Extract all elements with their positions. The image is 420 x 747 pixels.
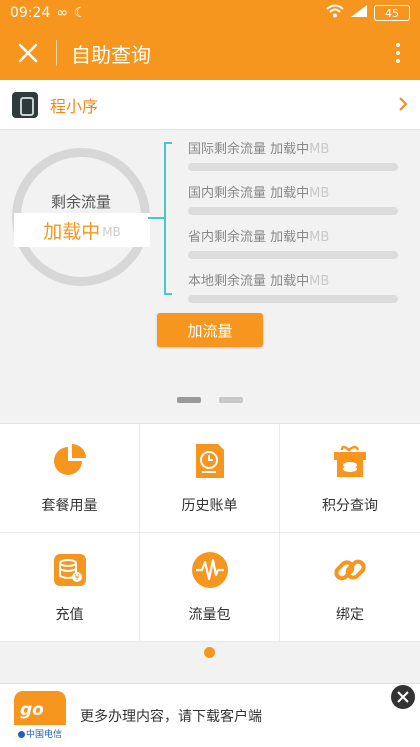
traffic-row-local: 本地剩余流量 加载中MB — [188, 270, 398, 303]
traffic-progress-bar — [188, 251, 398, 259]
service-grid: 套餐用量 历史账单 积分查询 ¥ 充值 流量包 绑定 — [0, 423, 420, 642]
menu-item-label: 绑定 — [336, 607, 364, 623]
traffic-row-value: 加载中 — [270, 274, 310, 289]
ring-unit: MB — [102, 225, 121, 239]
wifi-icon — [326, 4, 344, 22]
waveform-icon — [190, 550, 230, 590]
pager-dot-2[interactable] — [219, 397, 243, 403]
menu-item-label: 积分查询 — [322, 498, 378, 514]
app-logo: go 中国电信 — [14, 690, 66, 741]
menu-item-points[interactable]: 积分查询 — [280, 424, 420, 533]
traffic-row-unit: MB — [309, 274, 330, 289]
close-icon — [18, 43, 38, 63]
moon-icon: ☾ — [74, 5, 87, 21]
traffic-panel: 剩余流量 加载中 MB 国际剩余流量 加载中MB 国内剩余流量 加载中MB 省内… — [0, 131, 420, 423]
download-banner[interactable]: go 中国电信 更多办理内容，请下载客户端 — [0, 683, 420, 747]
close-button[interactable] — [0, 26, 56, 80]
mini-program-icon — [12, 91, 38, 118]
traffic-row-name: 省内剩余流量 — [188, 230, 267, 245]
app-logo-text: go — [20, 699, 44, 720]
traffic-pager — [0, 397, 420, 403]
menu-item-recharge[interactable]: ¥ 充值 — [0, 533, 140, 642]
signal-icon — [350, 4, 368, 22]
app-logo-dot — [18, 730, 25, 738]
close-icon — [397, 691, 409, 703]
status-bar: 09:24 ∞ ☾ 45 — [0, 0, 420, 26]
chevron-right-icon — [398, 93, 408, 117]
more-button[interactable] — [376, 26, 420, 80]
app-header: 自助查询 — [0, 26, 420, 80]
menu-item-history-bill[interactable]: 历史账单 — [140, 424, 280, 533]
pie-chart-icon — [50, 441, 90, 481]
grid-pager-dot[interactable] — [204, 647, 215, 658]
coin-stack-icon: ¥ — [50, 550, 90, 590]
menu-item-label: 充值 — [55, 607, 84, 623]
menu-item-package-usage[interactable]: 套餐用量 — [0, 424, 140, 533]
menu-item-bind[interactable]: 绑定 — [280, 533, 420, 642]
bracket — [164, 142, 172, 295]
ring-label: 剩余流量 — [50, 193, 111, 211]
traffic-row-name: 国际剩余流量 — [188, 142, 267, 157]
traffic-row-international: 国际剩余流量 加载中MB — [188, 138, 398, 171]
ring-value-box: 加载中 MB — [14, 213, 150, 247]
traffic-progress-bar — [188, 207, 398, 215]
traffic-row-unit: MB — [309, 230, 330, 245]
banner-text: 更多办理内容，请下载客户端 — [80, 708, 262, 725]
menu-item-label: 历史账单 — [181, 498, 238, 514]
page-title: 自助查询 — [71, 42, 151, 67]
traffic-row-unit: MB — [309, 142, 330, 157]
more-vertical-icon — [396, 43, 400, 63]
gift-icon — [330, 441, 370, 481]
traffic-row-province: 省内剩余流量 加载中MB — [188, 226, 398, 259]
infinity-icon: ∞ — [56, 5, 69, 21]
status-time: 09:24 — [10, 5, 51, 21]
app-logo-brand: 中国电信 — [26, 729, 63, 740]
battery-icon: 45 — [374, 5, 410, 21]
mini-program-label: 程小序 — [50, 96, 99, 116]
add-traffic-button[interactable]: 加流量 — [157, 313, 263, 347]
traffic-progress-bar — [188, 295, 398, 303]
banner-close-button[interactable] — [391, 685, 415, 709]
menu-item-data-pack[interactable]: 流量包 — [140, 533, 280, 642]
link-icon — [330, 550, 370, 590]
traffic-row-value: 加载中 — [270, 142, 310, 157]
ring-value: 加载中 — [43, 220, 101, 243]
traffic-row-value: 加载中 — [270, 186, 310, 201]
traffic-row-domestic: 国内剩余流量 加载中MB — [188, 182, 398, 215]
menu-item-label: 套餐用量 — [41, 498, 98, 514]
svg-text:¥: ¥ — [74, 573, 79, 582]
traffic-row-unit: MB — [309, 186, 330, 201]
bill-clock-icon — [190, 441, 230, 481]
traffic-progress-bar — [188, 163, 398, 171]
traffic-row-name: 本地剩余流量 — [188, 274, 267, 289]
pager-dot-1[interactable] — [177, 397, 201, 403]
traffic-row-name: 国内剩余流量 — [188, 186, 267, 201]
header-divider — [56, 40, 57, 66]
menu-item-label: 流量包 — [188, 607, 231, 623]
traffic-row-value: 加载中 — [270, 230, 310, 245]
mini-program-entry[interactable]: 程小序 — [0, 80, 420, 130]
